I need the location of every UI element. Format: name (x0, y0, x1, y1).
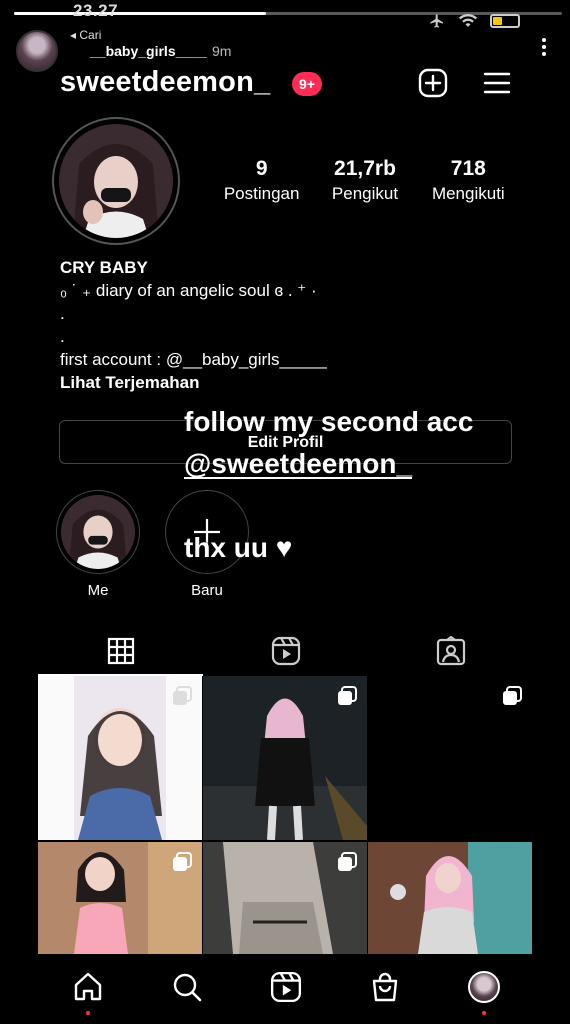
tab-reels[interactable] (203, 628, 368, 674)
followers-label: Pengikut (331, 184, 399, 203)
profile-stats: 9 Postingan 21,7rb Pengikut 718 Mengikuti (210, 157, 520, 204)
back-label: Cari (79, 28, 102, 42)
multiple-posts-icon (173, 852, 192, 871)
post-grid (38, 676, 533, 954)
search-icon (173, 973, 201, 1002)
bio-line-first-account[interactable]: first account : @__baby_girls_____ (60, 348, 530, 371)
profile-photo (59, 124, 173, 238)
multiple-posts-icon (338, 686, 357, 705)
hamburger-menu-icon (483, 72, 511, 94)
bottom-navigation (38, 962, 533, 1015)
profile-avatar-icon (467, 971, 500, 1003)
notification-dot (85, 1011, 90, 1015)
overlay-text-mention[interactable]: @sweetdeemon_ (184, 448, 412, 480)
bio-line: . (60, 327, 65, 346)
see-translation-link[interactable]: Lihat Terjemahan (60, 371, 530, 394)
reels-icon (271, 636, 300, 666)
shop-bag-icon (372, 972, 397, 1002)
battery-icon (490, 14, 520, 28)
highlight-cover (61, 495, 135, 569)
multiple-posts-icon (173, 686, 192, 705)
post-thumbnail[interactable] (368, 676, 532, 840)
airplane-icon (430, 14, 443, 28)
status-time: 23.27 (73, 1, 119, 20)
followers-count: 21,7rb (334, 157, 396, 180)
nav-shop[interactable] (365, 967, 405, 1007)
highlight-label: Baru (191, 582, 223, 599)
post-thumbnail[interactable] (203, 676, 367, 840)
wifi-icon (458, 14, 478, 27)
profile-avatar[interactable] (52, 117, 180, 245)
nav-profile[interactable] (464, 967, 504, 1015)
story-avatar[interactable] (16, 30, 58, 72)
highlight-me[interactable]: Me (56, 490, 140, 599)
bio-line: . (60, 304, 65, 323)
bio-name: CRY BABY (60, 258, 148, 277)
profile-username[interactable]: sweetdeemon_ (60, 66, 270, 99)
multiple-posts-icon (503, 686, 522, 705)
post-thumbnail[interactable] (203, 842, 367, 954)
multiple-posts-icon (338, 852, 357, 871)
overlay-text-line3: thx uu ♥ (184, 532, 293, 563)
plus-square-icon (418, 68, 448, 98)
post-thumbnail[interactable] (38, 842, 202, 954)
following-label: Mengikuti (431, 184, 505, 203)
stat-followers[interactable]: 21,7rb Pengikut (313, 157, 416, 204)
post-thumbnail[interactable] (368, 842, 532, 954)
post-thumbnail[interactable] (38, 676, 202, 840)
notification-badge[interactable]: 9+ (292, 72, 322, 96)
bio-line: ₀ ˙ ₊ diary of an angelic soul ɞ . ⁺ · (60, 281, 317, 300)
stat-following[interactable]: 718 Mengikuti (417, 157, 520, 204)
overlay-text-line1: follow my second acc (184, 406, 474, 437)
tab-tagged[interactable] (368, 628, 533, 674)
back-to-search[interactable]: ◂ Cari (70, 28, 101, 42)
reels-icon (270, 971, 301, 1003)
header-actions (418, 68, 512, 98)
grid-icon (107, 637, 134, 665)
home-icon (74, 972, 101, 1001)
notification-dot (481, 1011, 486, 1015)
stat-posts[interactable]: 9 Postingan (210, 157, 313, 204)
tagged-icon (436, 636, 465, 666)
story-time: 9m (212, 43, 232, 59)
tab-posts-grid[interactable] (38, 628, 203, 674)
story-header: ◂ Cari __baby_girls____ 9m (16, 28, 231, 72)
profile-bio: CRY BABY ₀ ˙ ₊ diary of an angelic soul … (60, 256, 530, 394)
more-options-icon[interactable] (542, 38, 548, 59)
posts-count: 9 (255, 157, 268, 180)
highlight-label: Me (87, 582, 109, 599)
create-post-button[interactable] (418, 68, 448, 98)
posts-label: Postingan (223, 184, 300, 203)
following-count: 718 (450, 157, 486, 180)
profile-tabs (38, 628, 533, 674)
nav-reels[interactable] (266, 967, 306, 1007)
story-username[interactable]: __baby_girls____ (90, 43, 207, 59)
nav-home[interactable] (68, 967, 108, 1015)
status-icons (428, 13, 520, 29)
menu-button[interactable] (482, 68, 512, 98)
nav-search[interactable] (167, 967, 207, 1007)
